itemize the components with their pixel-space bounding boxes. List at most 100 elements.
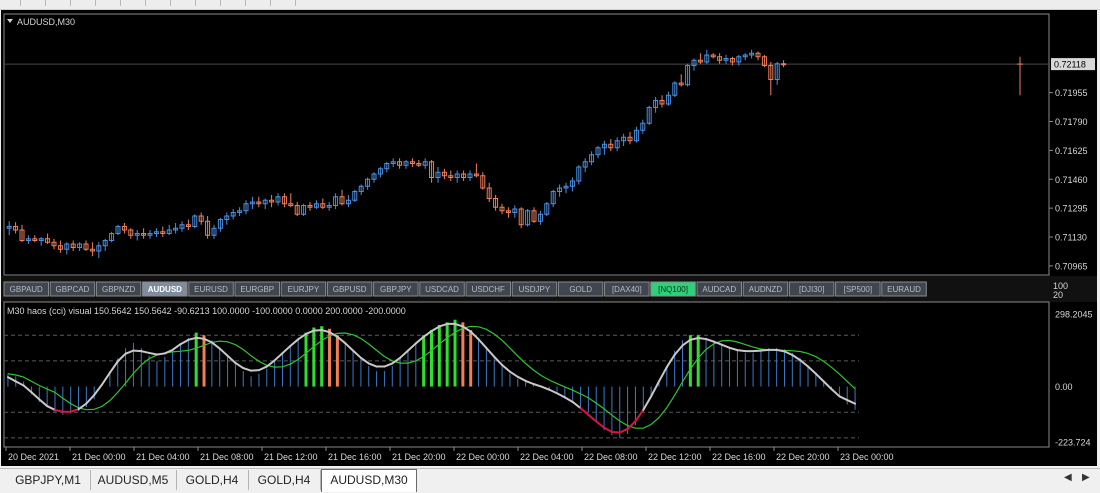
symbol-button-label[interactable]: [DJI30] [799, 285, 824, 294]
time-tick-label: 21 Dec 16:00 [328, 452, 382, 462]
symbol-button-usdchf[interactable]: USDCHF [465, 281, 511, 297]
symbol-button-label[interactable]: [SP500] [844, 285, 872, 294]
symbol-button-eurusd[interactable]: EURUSD [188, 281, 234, 297]
cci-fast-line-segment [218, 347, 229, 357]
symbol-button-label[interactable]: EURAUD [887, 285, 921, 294]
chart-tabs-bar: GBPJPY,M1 AUDUSD,M5 GOLD,H4 GOLD,H4 AUDU… [0, 468, 1100, 493]
symbol-button-label[interactable]: GBPCAD [56, 285, 90, 294]
timeframe-button[interactable] [45, 0, 67, 6]
price-panel-frame [3, 13, 1050, 276]
symbol-button-label[interactable]: USDJPY [519, 285, 551, 294]
symbol-button-label[interactable]: [NQ100] [658, 285, 688, 294]
symbol-button-audnzd[interactable]: AUDNZD [742, 281, 789, 297]
timeframe-buttons [20, 0, 317, 6]
time-axis: 20 Dec 2021 21 Dec 00:00 21 Dec 04:00 21 De… [5, 447, 894, 462]
timeframe-button[interactable] [20, 0, 42, 6]
symbol-button-euraud[interactable]: EURAUD [881, 281, 927, 297]
symbol-button-label[interactable]: USDCAD [425, 285, 459, 294]
cci-fast-line-segment [85, 394, 96, 405]
symbol-button-eurgbp[interactable]: EURGBP [234, 281, 280, 297]
cci-fast-line-segment [814, 372, 825, 383]
triangle-down-icon[interactable] [7, 19, 13, 23]
symbol-button-audcad[interactable]: AUDCAD [696, 281, 742, 297]
cci-fast-line-segment [148, 351, 158, 356]
chart-tab[interactable]: GOLD,H4 [176, 470, 249, 490]
cci-fast-line-segment [155, 352, 166, 356]
price-tick-label: 0.71130 [1055, 233, 1087, 243]
cci-fast-line-segment [822, 380, 833, 391]
timeframe-button[interactable] [145, 0, 167, 6]
timeframe-button[interactable] [120, 0, 142, 6]
symbol-button-usdjpy[interactable]: USDJPY [511, 281, 558, 297]
cci-fast-line-segment [30, 391, 41, 401]
symbol-button-label[interactable]: GBPAUD [10, 285, 43, 294]
cci-fast-line-segment [132, 349, 143, 353]
cci-fast-line-segment [22, 384, 33, 394]
cci-fast-line-segment [171, 343, 182, 351]
timeframe-button[interactable] [220, 0, 242, 6]
symbol-button-gbpusd[interactable]: GBPUSD [326, 281, 373, 297]
cci-histogram [7, 319, 856, 438]
symbol-button-label[interactable]: AUDUSD [148, 285, 182, 294]
symbol-button-label[interactable]: USDCHF [472, 285, 505, 294]
chart-canvas[interactable]: AUDUSD,M30 0.721180.719550.717900.716250… [1, 10, 1097, 466]
symbol-button-gbpaud[interactable]: GBPAUD [3, 281, 49, 297]
timeframe-button[interactable] [245, 0, 267, 6]
symbol-button-label[interactable]: AUDCAD [702, 285, 736, 294]
timeframe-button[interactable] [295, 0, 317, 6]
symbol-button-eurjpy[interactable]: EURJPY [280, 281, 327, 297]
chart-tab[interactable]: GBPJPY,M1 [6, 470, 91, 490]
cci-fast-line-segment [595, 420, 606, 429]
time-tick-label: 22 Dec 04:00 [520, 452, 574, 462]
cci-fast-line-segment [705, 338, 715, 343]
cci-fast-line-segment [69, 408, 80, 413]
symbol-button-label[interactable]: [DAX40] [612, 285, 642, 294]
symbol-button-usdcad[interactable]: USDCAD [419, 281, 465, 297]
cci-fast-line-segment [650, 380, 660, 398]
symbol-button-label[interactable]: GBPNZD [102, 285, 136, 294]
symbol-button-label[interactable]: EURGBP [240, 285, 274, 294]
symbol-button-gbpcad[interactable]: GBPCAD [49, 281, 96, 297]
cci-fast-line-segment [634, 408, 645, 423]
time-tick-label: 22 Dec 20:00 [776, 452, 830, 462]
symbol-button-gbpnzd[interactable]: GBPNZD [95, 281, 142, 297]
timeframe-button[interactable] [270, 0, 292, 6]
chevron-right-icon[interactable]: ▶ [1082, 472, 1090, 483]
symbol-button-label[interactable]: EURJPY [288, 285, 320, 294]
chart-tab-active[interactable]: AUDUSD,M30 [321, 469, 417, 492]
cci-fast-line-segment [281, 344, 292, 355]
chart-window[interactable]: AUDUSD,M30 0.72118 0.71955 0.71790 0.71625 0… [1, 10, 1097, 466]
timeframe-button[interactable] [95, 0, 117, 6]
cci-fast-line-segment [571, 400, 582, 410]
scale-label-bottom: 20 [1053, 290, 1063, 300]
chart-tab[interactable]: AUDUSD,M5 [90, 470, 177, 490]
cci-fast-line-segment [485, 347, 496, 358]
symbol-button-label[interactable]: GOLD [569, 285, 592, 294]
symbol-button-label[interactable]: EURUSD [194, 285, 228, 294]
cci-fast-line-segment [665, 353, 676, 369]
cci-fast-line-segment [587, 413, 598, 423]
chevron-left-icon[interactable]: ◀ [1064, 472, 1072, 483]
cci-fast-line-segment [791, 353, 802, 362]
symbol-button-label[interactable]: GBPJPY [380, 285, 412, 294]
cci-fast-line-segment [14, 380, 25, 387]
chart-tab[interactable]: GOLD,H4 [248, 470, 321, 490]
timeframe-button[interactable] [195, 0, 217, 6]
symbol-button-gold[interactable]: GOLD [557, 281, 604, 297]
time-tick-label: 21 Dec 08:00 [200, 452, 254, 462]
symbol-button-nq100[interactable]: [NQ100] [650, 281, 696, 297]
collapse-icon[interactable] [7, 19, 13, 23]
timeframe-button[interactable] [70, 0, 92, 6]
symbol-button-dji30[interactable]: [DJI30] [788, 281, 835, 297]
timeframe-button[interactable] [170, 0, 192, 6]
cci-fast-line-segment [830, 388, 841, 398]
symbol-button-label[interactable]: AUDNZD [749, 285, 783, 294]
symbol-button-audusd[interactable]: AUDUSD [142, 281, 188, 297]
symbol-button-gbpjpy[interactable]: GBPJPY [373, 281, 419, 297]
cci-tick-label: 0.00 [1055, 382, 1073, 392]
symbol-button-dax40[interactable]: [DAX40] [604, 281, 650, 297]
symbol-button-sp500[interactable]: [SP500] [835, 281, 881, 297]
symbol-button-label[interactable]: GBPUSD [333, 285, 367, 294]
timeframe-toolbar [0, 0, 1100, 10]
cci-fast-line-segment [6, 376, 17, 383]
